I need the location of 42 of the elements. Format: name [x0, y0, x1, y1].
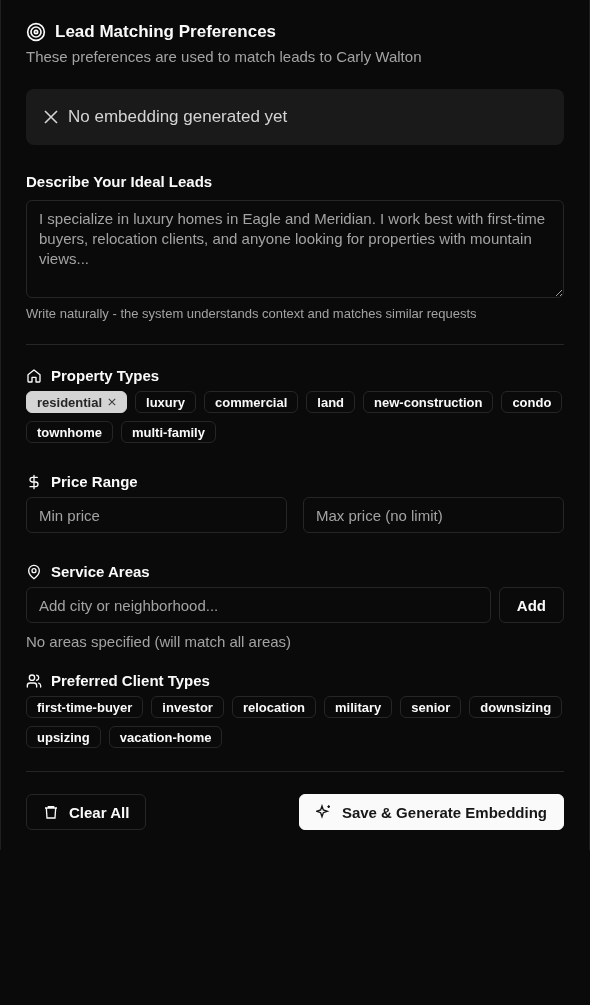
tag-chip[interactable]: first-time-buyer — [26, 696, 144, 718]
tag-chip[interactable]: condo — [501, 391, 563, 413]
section-heading: Service Areas — [51, 563, 150, 580]
trash-icon — [43, 804, 59, 820]
panel-title: Lead Matching Preferences — [55, 22, 277, 42]
users-icon — [26, 672, 42, 689]
tag-chip[interactable]: upsizing — [26, 726, 101, 748]
field-label: Describe Your Ideal Leads — [26, 173, 214, 190]
min-price-field[interactable]: Min price — [26, 497, 287, 533]
tag-chip[interactable]: vacation-home — [108, 726, 223, 748]
close-icon — [44, 110, 58, 124]
clear-all-button[interactable]: Clear All — [26, 794, 147, 830]
add-button[interactable]: Add — [498, 587, 564, 623]
tag-chip[interactable]: luxury — [135, 391, 197, 413]
hint-text: Write naturally - the system understands context and matches similar requests — [26, 306, 478, 321]
max-price-field[interactable]: Max price (no limit) — [303, 497, 564, 533]
tag-chip[interactable]: relocation — [231, 696, 317, 718]
tag-chip[interactable]: multi-family — [121, 421, 216, 443]
description-field[interactable]: I specialize in luxury homes in Eagle and Meridian. I work best with first-time buyers, relocation clients, and anyone looking for properties with mountain views... — [26, 200, 564, 298]
tag-chip[interactable]: commercial — [204, 391, 299, 413]
section-heading: Preferred Client Types — [51, 672, 210, 689]
map-pin-icon — [26, 563, 42, 580]
tag-chip[interactable]: senior — [400, 696, 462, 718]
tag-chip[interactable]: residential — [26, 391, 128, 413]
tag-chip[interactable]: military — [324, 696, 393, 718]
tag-chip[interactable]: land — [306, 391, 356, 413]
dollar-icon — [26, 473, 42, 490]
tag-chip[interactable]: downsizing — [469, 696, 563, 718]
area-field[interactable]: Add city or neighborhood... — [26, 587, 491, 623]
sparkles-icon — [315, 804, 332, 820]
remove-icon[interactable] — [108, 398, 117, 406]
home-icon — [26, 367, 42, 384]
section-heading: Property Types — [51, 367, 160, 384]
section-heading: Price Range — [51, 473, 138, 490]
status-text: No embedding generated yet — [68, 107, 288, 127]
tag-chip[interactable]: new-construction — [363, 391, 494, 413]
panel-subtitle: These preferences are used to match leads to Carly Walton — [26, 48, 423, 65]
tag-chip[interactable]: townhome — [26, 421, 113, 443]
target-icon — [26, 22, 46, 42]
tag-chip[interactable]: investor — [151, 696, 224, 718]
empty-note: No areas specified (will match all areas) — [26, 633, 293, 650]
save-button[interactable]: Save & Generate Embedding — [298, 794, 564, 830]
